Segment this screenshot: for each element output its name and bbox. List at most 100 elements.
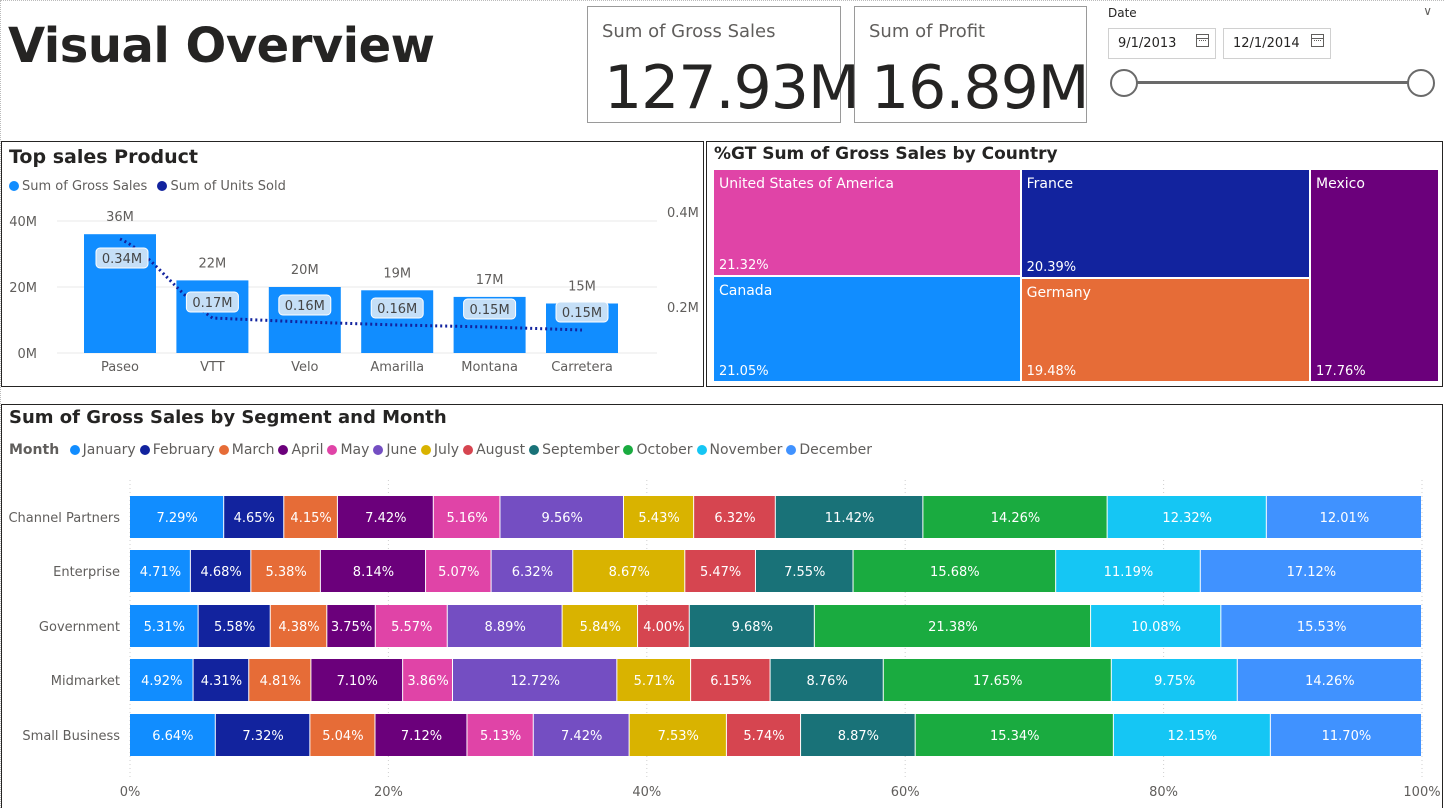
bar-data-label: 7.32% [242, 729, 283, 744]
y-tick-label: Channel Partners [8, 511, 120, 526]
page-top-border [0, 0, 1444, 1]
segment-month-visual[interactable]: Sum of Gross Sales by Segment and Month … [1, 404, 1443, 808]
y-tick-label: Government [39, 620, 120, 635]
treemap-cell-label: Germany [1026, 284, 1091, 301]
visual-title: %GT Sum of Gross Sales by Country [714, 144, 1058, 164]
bar-data-label: 5.84% [580, 620, 621, 635]
bar-data-label: 21.38% [928, 620, 978, 635]
bar-data-label: 9.68% [732, 620, 773, 635]
bar-data-label: 4.65% [234, 511, 275, 526]
line-data-label: 0.34M [102, 252, 142, 267]
treemap-cell-united-states-of-america[interactable]: United States of America 21.32% [713, 169, 1021, 277]
country-treemap-visual[interactable]: %GT Sum of Gross Sales by Country United… [706, 141, 1443, 387]
bar-data-label: 9.56% [542, 511, 583, 526]
bar-data-label: 22M [199, 256, 227, 271]
bar-data-label: 5.31% [144, 620, 185, 635]
bar-data-label: 6.32% [714, 511, 755, 526]
bar-data-label: 5.13% [480, 729, 521, 744]
bar-data-label: 20M [291, 263, 319, 278]
y-tick-label: Small Business [22, 729, 120, 744]
bar-data-label: 5.58% [214, 620, 255, 635]
treemap-cell-canada[interactable]: Canada 21.05% [713, 276, 1021, 382]
calendar-icon[interactable] [1196, 34, 1209, 47]
date-slicer[interactable]: Date ∨ 9/1/2013 12/1/2014 [1104, 2, 1442, 122]
bar-data-label: 4.68% [200, 565, 241, 580]
bar-data-label: 6.15% [710, 674, 751, 689]
country-treemap[interactable]: United States of America 21.32% Canada 21.0… [713, 169, 1439, 382]
x-tick-label: 60% [891, 785, 920, 800]
bar-data-label: 17.12% [1287, 565, 1337, 580]
bar-data-label: 4.38% [278, 620, 319, 635]
bar-data-label: 17M [476, 273, 504, 288]
treemap-cell-value: 20.39% [1026, 259, 1077, 275]
start-date-input[interactable]: 9/1/2013 [1108, 28, 1216, 59]
bar-data-label: 5.16% [446, 511, 487, 526]
card-value: 127.93M [604, 53, 860, 123]
treemap-cell-label: United States of America [719, 176, 894, 192]
top-sales-visual[interactable]: Top sales Product Sum of Gross Sales Sum… [1, 141, 704, 387]
bar-data-label: 4.92% [141, 674, 182, 689]
bar-data-label: 5.04% [322, 729, 363, 744]
page-title: Visual Overview [8, 18, 435, 74]
x-tick-label: 80% [1149, 785, 1178, 800]
bar-data-label: 6.64% [152, 729, 193, 744]
card-label: Sum of Profit [869, 21, 986, 42]
date-range-track[interactable] [1124, 81, 1422, 84]
bar-data-label: 15.34% [990, 729, 1040, 744]
bar-data-label: 14.26% [1305, 674, 1355, 689]
bar-data-label: 7.42% [365, 511, 406, 526]
line-data-label: 0.15M [562, 306, 602, 321]
bar-data-label: 7.42% [561, 729, 602, 744]
date-range-end-handle[interactable] [1407, 69, 1435, 97]
bar-data-label: 5.43% [638, 511, 679, 526]
x-tick-label: 20% [374, 785, 403, 800]
calendar-icon[interactable] [1311, 34, 1324, 47]
x-tick-label: VTT [200, 360, 225, 375]
treemap-cell-germany[interactable]: Germany 19.48% [1020, 277, 1311, 382]
bar-data-label: 6.32% [512, 565, 553, 580]
date-range-start-handle[interactable] [1110, 69, 1138, 97]
bar-data-label: 11.42% [825, 511, 875, 526]
profit-card[interactable]: Sum of Profit 16.89M [854, 6, 1090, 123]
x-tick-label: 40% [632, 785, 661, 800]
bar-data-label: 12.72% [510, 674, 560, 689]
treemap-cell-value: 17.76% [1316, 364, 1366, 379]
bar-data-label: 4.31% [201, 674, 242, 689]
bar-data-label: 12.32% [1162, 511, 1212, 526]
bar-data-label: 5.38% [265, 565, 306, 580]
x-tick-label: Paseo [101, 360, 139, 375]
gross-sales-card[interactable]: Sum of Gross Sales 127.93M [587, 6, 860, 123]
line-data-label: 0.17M [192, 296, 232, 311]
x-tick-label: 0% [120, 785, 141, 800]
start-date-value: 9/1/2013 [1118, 36, 1177, 51]
y-left-tick-label: 20M [9, 281, 37, 296]
end-date-input[interactable]: 12/1/2014 [1223, 28, 1331, 59]
y-tick-label: Midmarket [51, 674, 120, 689]
bar-data-label: 11.70% [1322, 729, 1372, 744]
chevron-down-icon[interactable]: ∨ [1423, 4, 1432, 18]
bar-data-label: 5.07% [438, 565, 479, 580]
bar-data-label: 8.14% [353, 565, 394, 580]
bar-data-label: 4.15% [290, 511, 331, 526]
bar-data-label: 7.29% [156, 511, 197, 526]
treemap-cell-label: Canada [719, 283, 773, 300]
bar-data-label: 5.47% [700, 565, 741, 580]
treemap-cell-mexico[interactable]: Mexico 17.76% [1310, 169, 1439, 382]
x-tick-label: Velo [291, 360, 318, 375]
treemap-cell-france[interactable]: France 20.39% [1020, 169, 1311, 278]
bar-data-label: 12.01% [1320, 511, 1370, 526]
bar-data-label: 17.65% [973, 674, 1023, 689]
bar-data-label: 4.00% [643, 620, 684, 635]
bar-data-label: 12.15% [1168, 729, 1218, 744]
top-sales-chart[interactable]: 0M 20M 40M 0.2M 0.4M 36M Paseo 22M VTT 20M Velo 19M… [2, 142, 703, 386]
segment-month-chart[interactable]: 0% 20% 40% 60% 80% 100% Channel Partners 7.29% 4… [2, 405, 1442, 807]
bar-data-label: 8.67% [609, 565, 650, 580]
bar-data-label: 4.81% [260, 674, 301, 689]
y-right-tick-label: 0.2M [667, 301, 699, 316]
bar-data-label: 36M [106, 210, 134, 225]
card-value: 16.89M [871, 53, 1090, 123]
treemap-cell-value: 21.32% [719, 258, 769, 274]
bar-data-label: 7.53% [658, 729, 699, 744]
bar-data-label: 19M [383, 266, 411, 281]
bar-data-label: 3.75% [331, 620, 372, 635]
